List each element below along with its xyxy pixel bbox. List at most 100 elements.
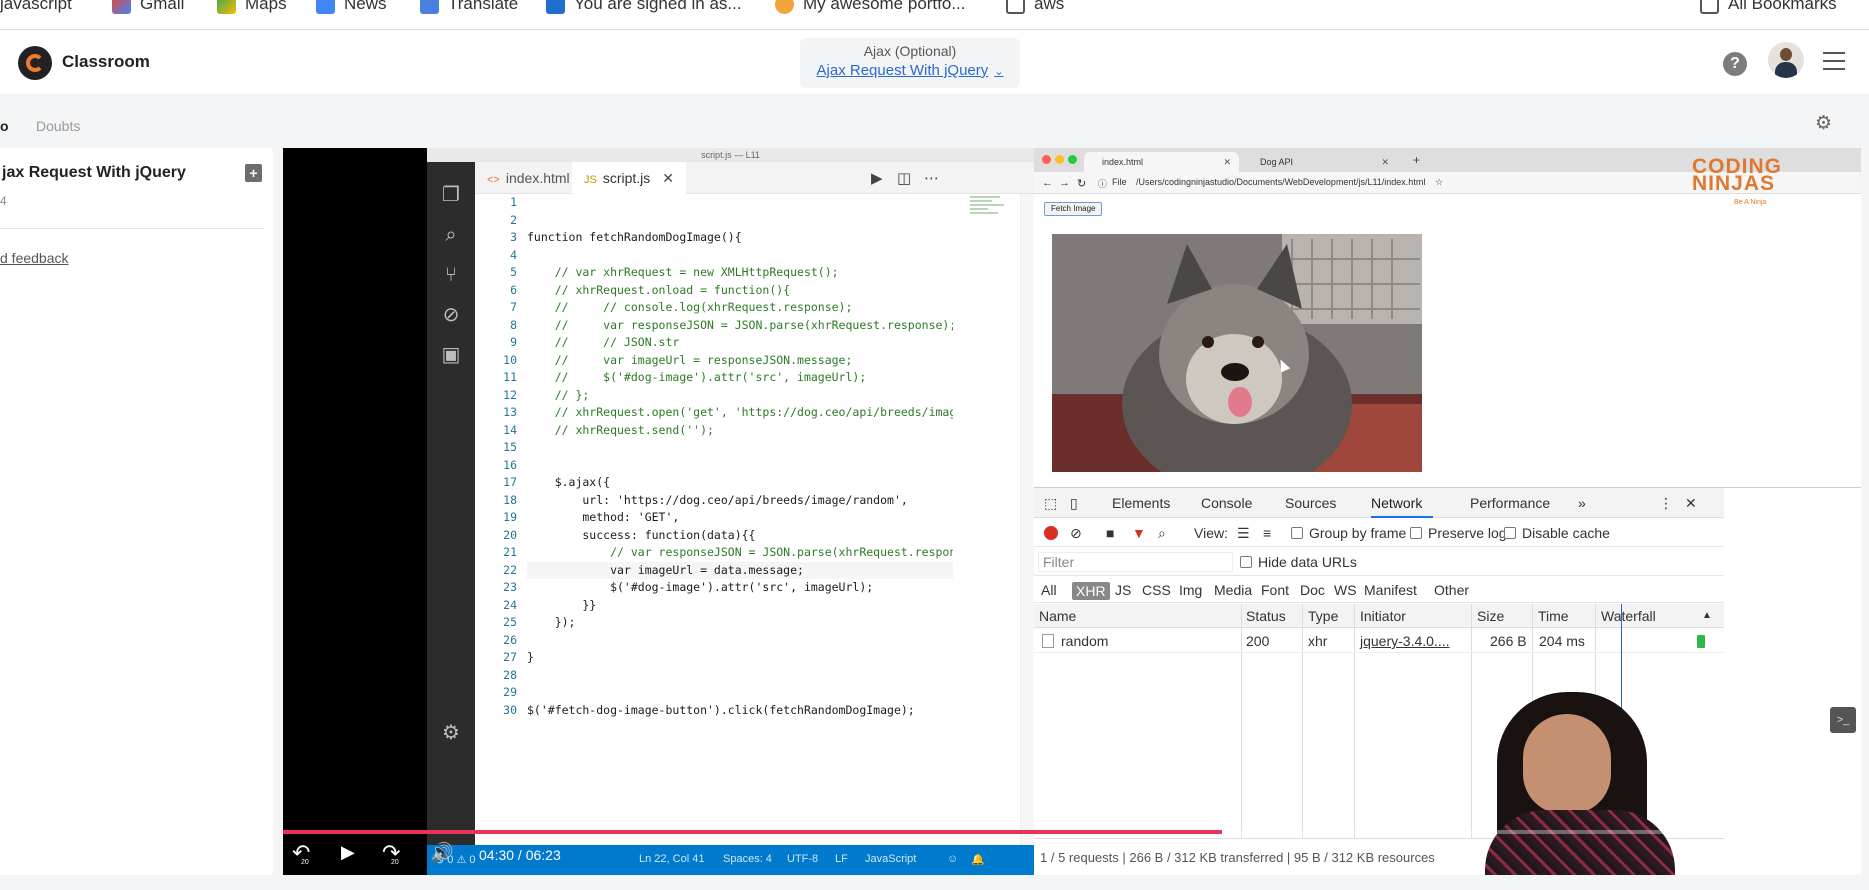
hamburger-menu-icon[interactable] [1823,52,1845,70]
line-number: 18 [503,492,517,507]
active-tab-indicator [1371,516,1433,518]
all-bookmarks[interactable]: All Bookmarks [1700,0,1837,14]
line-number: 3 [510,230,517,244]
network-toolbar: ⊘ ■ ▼ ⌕ View: ☰ ≡ Group by frame Preserv… [1034,519,1724,547]
course-selector[interactable]: Ajax (Optional) Ajax Request With jQuery… [800,38,1020,88]
seek-bar[interactable] [283,830,1861,834]
editor-tab-script-js: JS script.js ✕ [572,162,687,194]
more-actions-icon: ⋯ [924,170,939,187]
line-number: 8 [510,317,517,332]
record-icon [1044,526,1058,540]
bookmark-maps[interactable]: Maps [217,0,287,14]
col-size: Size [1477,608,1505,624]
line-number: 27 [503,650,517,664]
type-ws: WS [1334,582,1357,598]
type-manifest: Manifest [1364,582,1417,598]
play-icon[interactable]: ▶ [341,842,355,863]
close-icon: ✕ [1381,157,1389,167]
line-number: 19 [503,510,517,524]
lesson-title[interactable]: jax Request With jQuery [2,164,186,182]
bookmark-gmail[interactable]: Gmail [112,0,184,14]
panel-toggle-icon[interactable]: >_ [1830,707,1856,733]
view-label: View: [1194,525,1228,541]
bookmark-aws[interactable]: aws [1006,0,1064,14]
line-number: 17 [503,475,517,489]
line-number: 28 [503,667,517,682]
line-number: 29 [503,685,517,699]
type-img: Img [1179,582,1203,598]
search-icon: ⌕ [445,224,457,246]
code-line: // }; [527,387,590,402]
devtools-tab-elements: Elements [1112,495,1171,511]
reload-icon: ↻ [1077,178,1087,190]
type-doc: Doc [1300,582,1325,598]
time-display: 04:30 / 06:23 [479,847,561,863]
type-other: Other [1434,582,1470,598]
code-line: // // console.log(xhrRequest.response); [527,300,853,314]
manage-gear-icon: ⚙ [442,722,460,744]
type-font: Font [1261,582,1290,598]
course-lesson-link[interactable]: Ajax Request With jQuery ⌄ [800,62,1020,79]
type-xhr: XHR [1072,582,1110,600]
tab-doubts[interactable]: Doubts [36,118,80,134]
col-name: Name [1039,608,1077,624]
close-icon: ✕ [662,170,675,186]
tab-video[interactable]: o [0,118,9,134]
search-icon: ⌕ [1158,525,1166,541]
course-section: Ajax (Optional) [863,43,957,59]
fullscreen-icon[interactable]: ⛶ [1828,842,1841,864]
line-number: 1 [510,195,517,209]
bookmark-signed-in[interactable]: You are signed in as... [546,0,742,14]
line-number: 22 [503,562,517,577]
sort-asc-icon: ▲ [1702,610,1712,621]
info-icon: ⓘ [1098,179,1108,189]
kebab-menu-icon: ⋮ [1659,495,1673,511]
vscode-activity-bar: ❐ ⌕ ⑂ ⊘ ▣ ⚙ [427,162,475,875]
filter-icon: ▼ [1132,525,1146,541]
brand-title: Classroom [62,52,150,71]
bookmark-news[interactable]: News [316,0,387,14]
bookmark-portfolio[interactable]: My awesome portfo... [775,0,966,14]
settings-gear-icon[interactable]: ⚙ [1785,842,1802,865]
line-number: 9 [510,335,517,349]
back-icon: ← [1042,177,1053,189]
bookmark-translate[interactable]: Translate [420,0,518,14]
more-tabs-icon: » [1578,495,1586,511]
url-text: /Users/codingninjastudio/Documents/WebDe… [1136,177,1426,187]
file-scheme-label: File [1112,177,1127,187]
rewind-icon[interactable]: ↶ 20 [292,840,322,870]
star-icon: ☆ [1435,177,1444,187]
logo-mark-icon [26,54,44,72]
help-icon[interactable]: ? [1723,52,1747,76]
group-by-frame-checkbox: Group by frame [1291,525,1406,541]
close-icon: ✕ [1223,157,1231,167]
line-number: 11 [503,370,517,384]
line-number: 23 [503,580,517,594]
code-line: function fetchRandomDogImage(){ [527,230,742,244]
code-line: var imageUrl = data.message; [527,561,953,579]
run-icon: ▶ [871,170,883,187]
bookmark-javascript[interactable]: javascript [0,0,72,14]
resource-type-filters: All XHR JS CSS Img Media Font Doc WS Man… [1034,577,1724,603]
line-number: 14 [503,422,517,437]
classroom-logo[interactable] [18,46,52,80]
avatar[interactable] [1768,42,1804,78]
code-line: $.ajax({ [527,475,611,489]
bookmark-add-icon[interactable]: + [245,164,262,182]
feedback-link[interactable]: d feedback [0,250,69,266]
close-window-icon [1042,155,1051,164]
code-line: success: function(data){{ [527,527,756,542]
capture-screenshots-icon: ■ [1106,525,1115,541]
code-line: // $('#dog-image').attr('src', imageUrl)… [527,370,867,384]
type-all: All [1041,582,1057,598]
volume-icon[interactable]: 🔊 [430,841,454,865]
file-icon [1042,634,1054,648]
settings-gear-icon[interactable]: ⚙ [1815,112,1832,135]
source-control-icon: ⑂ [445,264,457,286]
forward-skip-icon[interactable]: ↷ 20 [382,840,412,870]
seek-bar-progress [283,830,1222,834]
code-line: // var imageUrl = responseJSON.message; [527,352,853,367]
type-media: Media [1214,582,1253,598]
